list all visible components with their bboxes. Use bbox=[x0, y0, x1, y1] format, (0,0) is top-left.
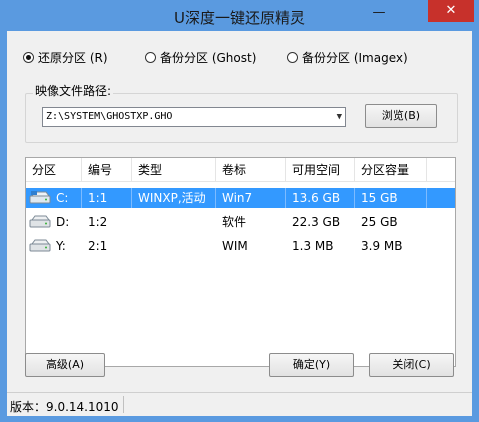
col-header-partition[interactable]: 分区 bbox=[26, 158, 82, 182]
radio-backup-ghost[interactable]: 备份分区 (Ghost) bbox=[145, 49, 256, 66]
ok-button[interactable]: 确定(Y) bbox=[269, 353, 354, 377]
status-bar: 版本：9.0.14.1010 bbox=[7, 392, 472, 416]
close-window-button[interactable]: ✕ bbox=[428, 0, 474, 22]
status-divider bbox=[123, 396, 124, 413]
partition-table[interactable]: 分区 编号 类型 卷标 可用空间 分区容量 C: 1:1 WINXP,活动 Wi… bbox=[25, 157, 456, 367]
table-row[interactable]: Y: 2:1 WIM 1.3 MB 3.9 MB bbox=[26, 236, 455, 256]
cell-type bbox=[132, 236, 222, 256]
cell-size: 25 GB bbox=[361, 215, 398, 229]
image-path-select[interactable]: Z:\SYSTEM\GHOSTXP.GHO ▼ bbox=[42, 107, 346, 127]
cell-number: 2:1 bbox=[88, 239, 108, 253]
cell-number: 1:1 bbox=[82, 188, 132, 208]
radio-backup-imagex[interactable]: 备份分区 (Imagex) bbox=[287, 49, 408, 66]
col-header-label[interactable]: 卷标 bbox=[216, 158, 286, 182]
cell-free: 1.3 MB bbox=[292, 239, 334, 253]
cell-free: 13.6 GB bbox=[286, 188, 355, 208]
radio-backup-ghost-indicator[interactable] bbox=[145, 52, 156, 63]
col-header-number[interactable]: 编号 bbox=[82, 158, 132, 182]
browse-button[interactable]: 浏览(B) bbox=[365, 104, 437, 128]
table-row[interactable]: C: 1:1 WINXP,活动 Win7 13.6 GB 15 GB bbox=[26, 188, 455, 208]
radio-backup-ghost-label: 备份分区 (Ghost) bbox=[160, 51, 257, 65]
version-text: 版本：9.0.14.1010 bbox=[10, 400, 119, 414]
image-path-label: 映像文件路径: bbox=[33, 82, 114, 99]
cell-label: Win7 bbox=[216, 188, 286, 208]
app-window: U深度一键还原精灵 — ✕ 还原分区 (R) 备份分区 (Ghost) 备份分区… bbox=[0, 0, 479, 422]
cell-free: 22.3 GB bbox=[292, 215, 341, 229]
cell-type: WINXP,活动 bbox=[132, 188, 216, 208]
close-button[interactable]: 关闭(C) bbox=[369, 353, 454, 377]
cell-number: 1:2 bbox=[88, 215, 108, 229]
radio-restore-label: 还原分区 (R) bbox=[38, 51, 108, 65]
cell-label: 软件 bbox=[222, 215, 247, 229]
radio-backup-imagex-indicator[interactable] bbox=[287, 52, 298, 63]
advanced-button[interactable]: 高级(A) bbox=[25, 353, 105, 377]
cell-label: WIM bbox=[222, 239, 248, 253]
cell-drive: C: bbox=[50, 188, 82, 208]
table-header: 分区 编号 类型 卷标 可用空间 分区容量 bbox=[26, 158, 455, 182]
radio-backup-imagex-label: 备份分区 (Imagex) bbox=[302, 51, 408, 65]
window-title: U深度一键还原精灵 bbox=[174, 9, 305, 27]
radio-restore-indicator[interactable] bbox=[23, 52, 34, 63]
cell-size: 15 GB bbox=[355, 188, 427, 208]
col-header-type[interactable]: 类型 bbox=[132, 158, 216, 182]
drive-y-icon bbox=[29, 239, 51, 252]
table-row[interactable]: D: 1:2 软件 22.3 GB 25 GB bbox=[26, 212, 455, 232]
image-path-value: Z:\SYSTEM\GHOSTXP.GHO bbox=[46, 111, 173, 122]
cell-size: 3.9 MB bbox=[361, 239, 403, 253]
minimize-button[interactable]: — bbox=[366, 4, 392, 22]
col-header-free[interactable]: 可用空间 bbox=[286, 158, 355, 182]
drive-c-icon bbox=[29, 191, 51, 204]
col-header-size[interactable]: 分区容量 bbox=[355, 158, 427, 182]
cell-type bbox=[132, 212, 222, 232]
radio-restore[interactable]: 还原分区 (R) bbox=[23, 49, 108, 66]
title-bar[interactable]: U深度一键还原精灵 — ✕ bbox=[0, 0, 479, 33]
main-panel: 还原分区 (R) 备份分区 (Ghost) 备份分区 (Imagex) 映像文件… bbox=[7, 31, 472, 392]
chevron-down-icon[interactable]: ▼ bbox=[337, 108, 342, 126]
drive-d-icon bbox=[29, 215, 51, 228]
